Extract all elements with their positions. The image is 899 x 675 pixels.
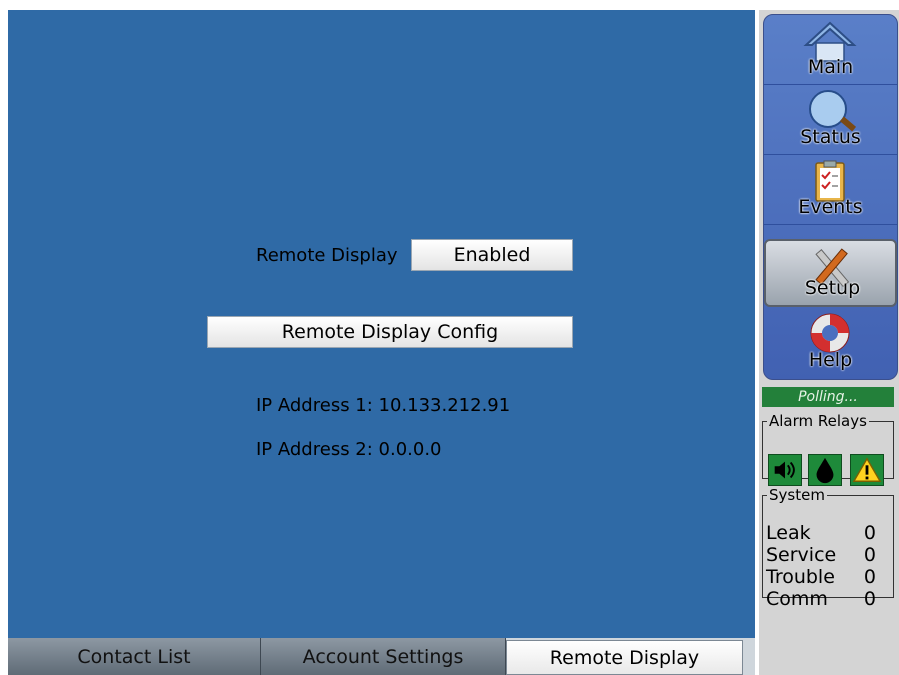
main-panel: Remote Display Enabled Remote Display Co… — [8, 10, 755, 638]
drop-icon[interactable] — [808, 454, 842, 486]
system-row-value: 0 — [863, 566, 876, 588]
nav-status-label: Status — [800, 126, 861, 148]
nav-status-button[interactable]: Status — [764, 85, 897, 155]
system-row-label: Trouble — [766, 566, 835, 588]
system-row-label: Comm — [766, 588, 828, 610]
nav-help-button[interactable]: Help — [764, 307, 897, 377]
system-row-value: 0 — [863, 588, 876, 610]
ip-address-1: IP Address 1: 10.133.212.91 — [256, 395, 511, 416]
warning-icon[interactable] — [850, 454, 884, 486]
remote-display-toggle[interactable]: Enabled — [411, 239, 573, 271]
system-row-service: Service 0 — [766, 544, 876, 566]
nav-panel: Main Status Events Setup Help — [763, 14, 898, 380]
tab-remote-display[interactable]: Remote Display — [506, 640, 743, 675]
alarm-relays-group: Alarm Relays — [762, 412, 894, 486]
nav-help-label: Help — [808, 349, 853, 371]
tab-account-settings[interactable]: Account Settings — [261, 638, 506, 675]
remote-display-label: Remote Display — [256, 245, 398, 266]
remote-display-config-button[interactable]: Remote Display Config — [207, 316, 573, 348]
tab-bar: Contact List Account Settings Remote Dis… — [8, 638, 755, 675]
system-row-value: 0 — [863, 544, 876, 566]
system-row-comm: Comm 0 — [766, 588, 876, 610]
ip-address-2: IP Address 2: 0.0.0.0 — [256, 439, 442, 460]
nav-setup-button[interactable]: Setup — [764, 239, 897, 307]
polling-status: Polling... — [762, 387, 894, 407]
tab-contact-list[interactable]: Contact List — [8, 638, 261, 675]
system-title: System — [769, 486, 825, 504]
system-row-value: 0 — [863, 522, 876, 544]
system-row-leak: Leak 0 — [766, 522, 876, 544]
nav-events-button[interactable]: Events — [764, 155, 897, 225]
sidebar: Main Status Events Setup Help Polling...… — [759, 10, 899, 675]
alarm-relays-title: Alarm Relays — [769, 412, 867, 430]
system-row-label: Leak — [766, 522, 811, 544]
speaker-icon[interactable] — [768, 454, 802, 486]
nav-setup-label: Setup — [804, 277, 861, 299]
system-row-label: Service — [766, 544, 837, 566]
system-row-trouble: Trouble 0 — [766, 566, 876, 588]
nav-events-label: Events — [798, 196, 863, 218]
nav-main-label: Main — [807, 56, 854, 78]
nav-main-button[interactable]: Main — [764, 15, 897, 85]
system-group: System Leak 0 Service 0 Trouble 0 Comm 0 — [762, 486, 894, 610]
